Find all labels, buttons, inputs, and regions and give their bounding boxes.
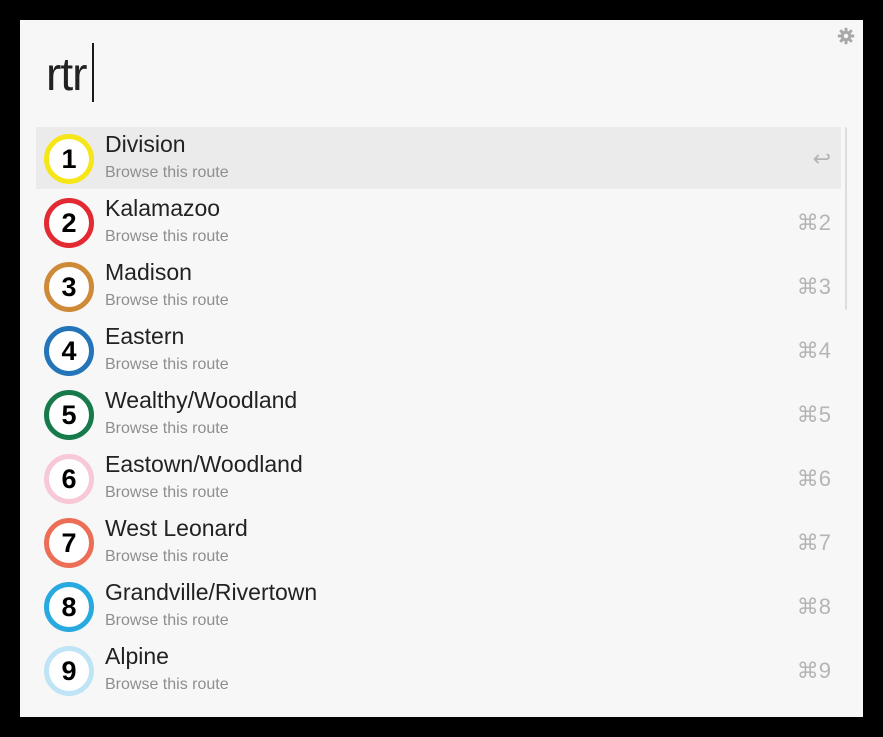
result-subtitle: Browse this route <box>105 612 229 629</box>
route-badge-icon: 1 <box>44 134 94 184</box>
results-list: 1 Division Browse this route ↩ 2 Kalamazoo Bro… <box>36 127 841 703</box>
result-title: Eastern <box>105 323 185 349</box>
result-row[interactable]: 9 Alpine Browse this route ⌘9 <box>36 639 841 703</box>
result-row[interactable]: 5 Wealthy/Woodland Browse this route ⌘5 <box>36 383 841 447</box>
result-row[interactable]: 4 Eastern Browse this route ⌘4 <box>36 319 841 383</box>
route-badge-icon: 4 <box>44 326 94 376</box>
route-badge-icon: 3 <box>44 262 94 312</box>
shortcut-hint: ⌘3 <box>796 274 831 299</box>
result-subtitle: Browse this route <box>105 164 229 181</box>
shortcut-hint: ⌘8 <box>796 594 831 619</box>
result-title: Wealthy/Woodland <box>105 387 298 413</box>
result-subtitle: Browse this route <box>105 676 229 693</box>
search-input[interactable]: rtr <box>46 48 87 100</box>
result-title: Division <box>105 131 186 157</box>
route-badge-icon: 5 <box>44 390 94 440</box>
result-subtitle: Browse this route <box>105 292 229 309</box>
gear-icon[interactable] <box>837 27 855 45</box>
result-subtitle: Browse this route <box>105 228 229 245</box>
result-title: Madison <box>105 259 192 285</box>
route-badge-icon: 8 <box>44 582 94 632</box>
launcher-window: rtr 1 Division Browse this route ↩ 2 Kalamazo… <box>20 20 863 717</box>
route-badge-icon: 9 <box>44 646 94 696</box>
result-subtitle: Browse this route <box>105 356 229 373</box>
route-badge-icon: 6 <box>44 454 94 504</box>
route-badge-icon: 2 <box>44 198 94 248</box>
scrollbar[interactable] <box>845 127 847 310</box>
shortcut-hint: ⌘6 <box>796 466 831 491</box>
shortcut-hint: ⌘4 <box>796 338 831 363</box>
text-caret <box>92 43 94 102</box>
result-title: Grandville/Rivertown <box>105 579 318 605</box>
result-subtitle: Browse this route <box>105 420 229 437</box>
result-subtitle: Browse this route <box>105 484 229 501</box>
shortcut-hint: ⌘9 <box>796 658 831 683</box>
result-row[interactable]: 1 Division Browse this route ↩ <box>36 127 841 189</box>
route-badge-icon: 7 <box>44 518 94 568</box>
shortcut-hint: ⌘2 <box>796 210 831 235</box>
result-row[interactable]: 2 Kalamazoo Browse this route ⌘2 <box>36 191 841 255</box>
result-subtitle: Browse this route <box>105 548 229 565</box>
result-title: West Leonard <box>105 515 248 541</box>
result-row[interactable]: 7 West Leonard Browse this route ⌘7 <box>36 511 841 575</box>
shortcut-hint: ⌘7 <box>796 530 831 555</box>
shortcut-hint: ⌘5 <box>796 402 831 427</box>
result-title: Alpine <box>105 643 169 669</box>
result-row[interactable]: 6 Eastown/Woodland Browse this route ⌘6 <box>36 447 841 511</box>
result-row[interactable]: 3 Madison Browse this route ⌘3 <box>36 255 841 319</box>
result-title: Eastown/Woodland <box>105 451 303 477</box>
result-row[interactable]: 8 Grandville/Rivertown Browse this route ⌘8 <box>36 575 841 639</box>
return-key-icon: ↩ <box>812 146 831 171</box>
result-title: Kalamazoo <box>105 195 221 221</box>
